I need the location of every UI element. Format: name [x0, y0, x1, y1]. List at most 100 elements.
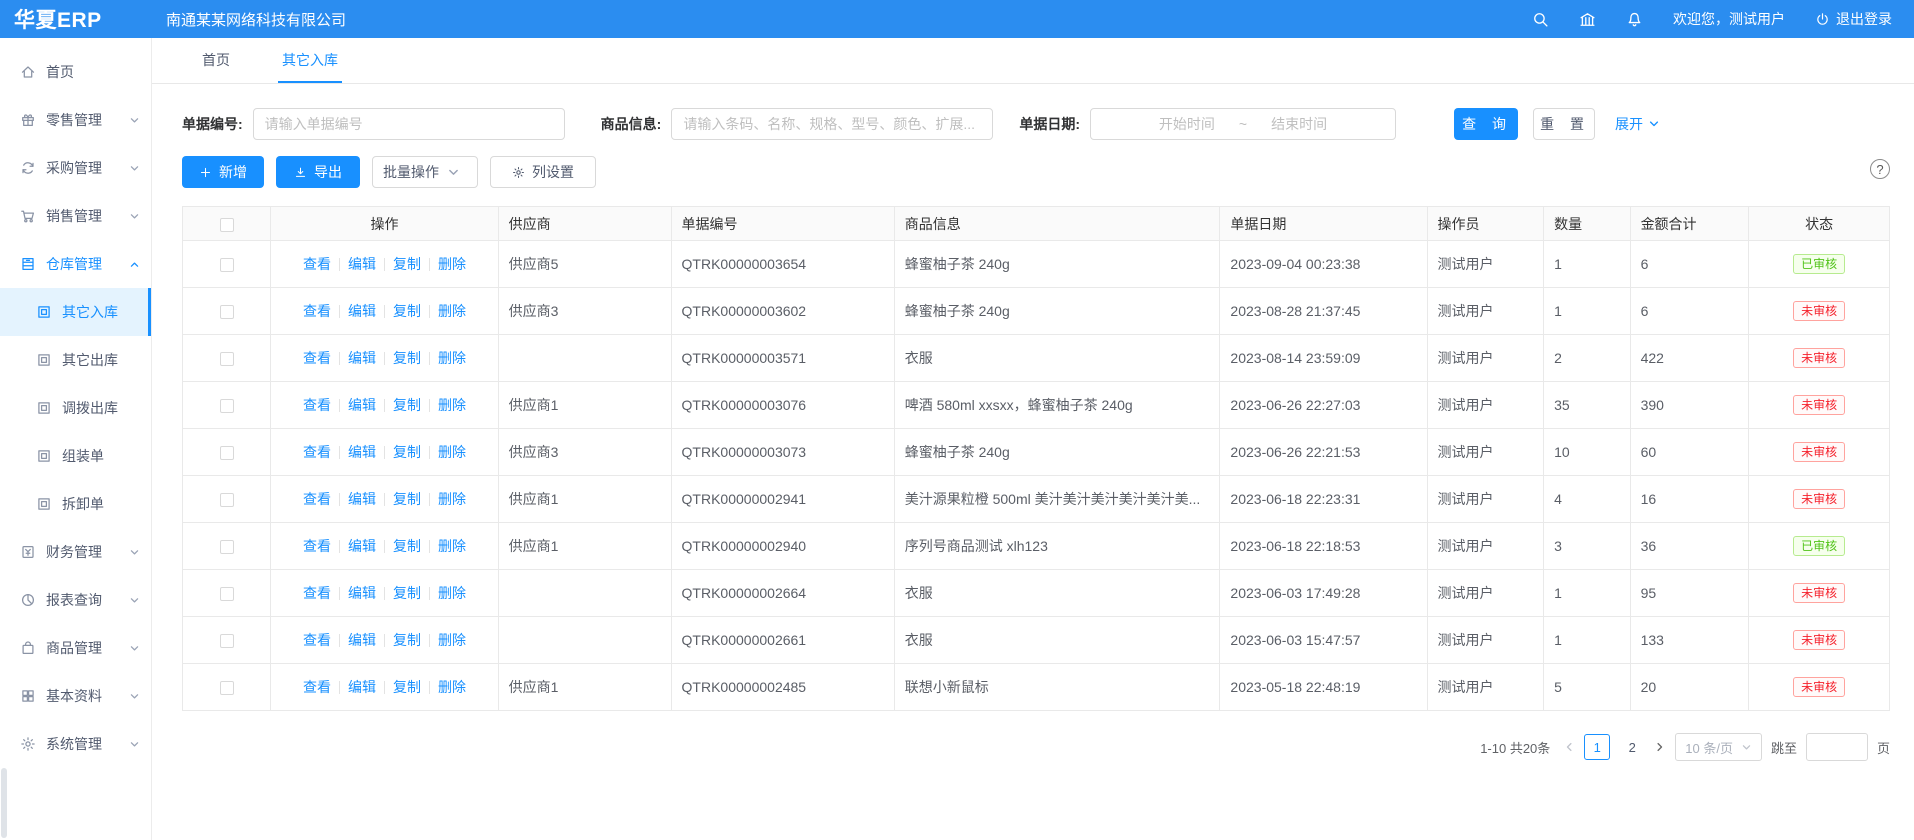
- export-button[interactable]: 导出: [276, 156, 360, 188]
- view-link[interactable]: 查看: [303, 348, 331, 368]
- delete-link[interactable]: 删除: [438, 677, 466, 697]
- copy-link[interactable]: 复制: [393, 348, 421, 368]
- copy-link[interactable]: 复制: [393, 301, 421, 321]
- copy-link[interactable]: 复制: [393, 442, 421, 462]
- row-checkbox[interactable]: [220, 399, 234, 413]
- batch-actions-button[interactable]: 批量操作: [372, 156, 478, 188]
- jump-page-input[interactable]: [1806, 733, 1868, 761]
- page-size-select[interactable]: 10 条/页: [1675, 733, 1762, 761]
- next-page-button[interactable]: [1654, 741, 1666, 753]
- edit-link[interactable]: 编辑: [348, 630, 376, 650]
- product-info-input[interactable]: [671, 108, 993, 140]
- edit-link[interactable]: 编辑: [348, 489, 376, 509]
- sidebar-item-transfer-outbound[interactable]: 调拨出库: [0, 384, 151, 432]
- table-row: 查看编辑复制删除QTRK00000002664衣服2023-06-03 17:4…: [183, 570, 1890, 617]
- edit-link[interactable]: 编辑: [348, 395, 376, 415]
- page-number-2[interactable]: 2: [1619, 734, 1645, 760]
- tab-home[interactable]: 首页: [198, 38, 234, 83]
- delete-link[interactable]: 删除: [438, 630, 466, 650]
- copy-link[interactable]: 复制: [393, 489, 421, 509]
- edit-link[interactable]: 编辑: [348, 301, 376, 321]
- sidebar-item-home[interactable]: 首页: [0, 48, 151, 96]
- delete-link[interactable]: 删除: [438, 254, 466, 274]
- quantity-cell: 1: [1544, 617, 1630, 664]
- row-action-links: 查看编辑复制删除: [275, 630, 493, 650]
- row-checkbox[interactable]: [220, 305, 234, 319]
- sidebar-item-system[interactable]: 系统管理: [0, 720, 151, 768]
- status-badge: 未审核: [1793, 630, 1845, 650]
- expand-link[interactable]: 展开: [1615, 114, 1660, 134]
- row-checkbox[interactable]: [220, 587, 234, 601]
- sidebar-item-sales[interactable]: 销售管理: [0, 192, 151, 240]
- view-link[interactable]: 查看: [303, 254, 331, 274]
- copy-link[interactable]: 复制: [393, 677, 421, 697]
- copy-link[interactable]: 复制: [393, 254, 421, 274]
- view-link[interactable]: 查看: [303, 442, 331, 462]
- edit-link[interactable]: 编辑: [348, 583, 376, 603]
- sidebar-item-retail[interactable]: 零售管理: [0, 96, 151, 144]
- row-checkbox[interactable]: [220, 540, 234, 554]
- view-link[interactable]: 查看: [303, 395, 331, 415]
- page-number-1[interactable]: 1: [1584, 734, 1610, 760]
- sidebar-item-products[interactable]: 商品管理: [0, 624, 151, 672]
- row-checkbox[interactable]: [220, 681, 234, 695]
- row-checkbox[interactable]: [220, 446, 234, 460]
- reset-button[interactable]: 重 置: [1533, 108, 1595, 140]
- tab-other-inbound[interactable]: 其它入库: [278, 38, 342, 83]
- row-checkbox[interactable]: [220, 258, 234, 272]
- search-button[interactable]: 查 询: [1454, 108, 1518, 140]
- edit-link[interactable]: 编辑: [348, 254, 376, 274]
- copy-link[interactable]: 复制: [393, 583, 421, 603]
- view-link[interactable]: 查看: [303, 630, 331, 650]
- search-icon[interactable]: [1532, 11, 1549, 28]
- sidebar-scrollbar-thumb[interactable]: [1, 768, 7, 838]
- column-settings-button[interactable]: 列设置: [490, 156, 596, 188]
- add-button[interactable]: 新增: [182, 156, 264, 188]
- copy-link[interactable]: 复制: [393, 395, 421, 415]
- sidebar-item-disassembly-order[interactable]: 拆卸单: [0, 480, 151, 528]
- delete-link[interactable]: 删除: [438, 395, 466, 415]
- date-start-placeholder: 开始时间: [1159, 114, 1215, 134]
- product-info-cell: 序列号商品测试 xlh123: [894, 523, 1220, 570]
- building-icon[interactable]: [1579, 11, 1596, 28]
- bell-icon[interactable]: [1626, 11, 1643, 28]
- prev-page-button[interactable]: [1563, 741, 1575, 753]
- sidebar-item-reports[interactable]: 报表查询: [0, 576, 151, 624]
- date-range-input[interactable]: 开始时间 ~ 结束时间: [1090, 108, 1396, 140]
- row-checkbox[interactable]: [220, 493, 234, 507]
- delete-link[interactable]: 删除: [438, 536, 466, 556]
- sidebar-item-finance[interactable]: 财务管理: [0, 528, 151, 576]
- copy-link[interactable]: 复制: [393, 536, 421, 556]
- doc-no-input[interactable]: [253, 108, 565, 140]
- supplier-cell: 供应商3: [498, 288, 671, 335]
- edit-link[interactable]: 编辑: [348, 536, 376, 556]
- help-button[interactable]: ?: [1870, 159, 1890, 179]
- logout-button[interactable]: 退出登录: [1815, 9, 1892, 29]
- view-link[interactable]: 查看: [303, 583, 331, 603]
- copy-link[interactable]: 复制: [393, 630, 421, 650]
- select-all-checkbox[interactable]: [220, 218, 234, 232]
- delete-link[interactable]: 删除: [438, 583, 466, 603]
- row-checkbox[interactable]: [220, 634, 234, 648]
- sidebar-item-basic-data[interactable]: 基本资料: [0, 672, 151, 720]
- delete-link[interactable]: 删除: [438, 442, 466, 462]
- sidebar-item-assembly-order[interactable]: 组装单: [0, 432, 151, 480]
- sidebar-item-other-inbound[interactable]: 其它入库: [0, 288, 151, 336]
- view-link[interactable]: 查看: [303, 536, 331, 556]
- edit-link[interactable]: 编辑: [348, 348, 376, 368]
- supplier-cell: 供应商1: [498, 476, 671, 523]
- view-link[interactable]: 查看: [303, 301, 331, 321]
- edit-link[interactable]: 编辑: [348, 677, 376, 697]
- delete-link[interactable]: 删除: [438, 348, 466, 368]
- view-link[interactable]: 查看: [303, 489, 331, 509]
- view-link[interactable]: 查看: [303, 677, 331, 697]
- delete-link[interactable]: 删除: [438, 489, 466, 509]
- sidebar-item-purchase[interactable]: 采购管理: [0, 144, 151, 192]
- quantity-cell: 35: [1544, 382, 1630, 429]
- delete-link[interactable]: 删除: [438, 301, 466, 321]
- sidebar-item-other-outbound[interactable]: 其它出库: [0, 336, 151, 384]
- table-row: 查看编辑复制删除供应商1QTRK00000003076啤酒 580ml xxsx…: [183, 382, 1890, 429]
- sidebar-item-warehouse[interactable]: 仓库管理: [0, 240, 151, 288]
- row-checkbox[interactable]: [220, 352, 234, 366]
- edit-link[interactable]: 编辑: [348, 442, 376, 462]
